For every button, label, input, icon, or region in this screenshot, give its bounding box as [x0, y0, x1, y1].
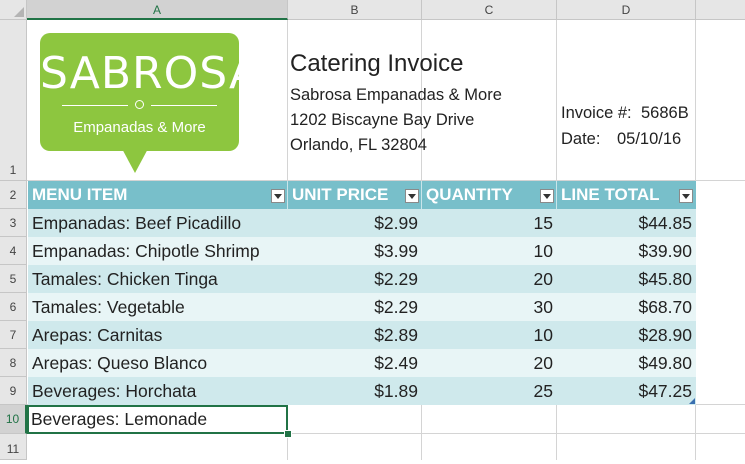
table-cell-item[interactable]: Arepas: Carnitas [28, 321, 288, 349]
table-cell-price[interactable]: $3.99 [288, 237, 422, 265]
table-cell-item[interactable]: Tamales: Chicken Tinga [28, 265, 288, 293]
row-header-3[interactable]: 3 [0, 209, 27, 237]
table-cell-item[interactable]: Empanadas: Chipotle Shrimp [28, 237, 288, 265]
table-cell-total[interactable]: $44.85 [557, 209, 696, 237]
table-cell-total[interactable]: $45.80 [557, 265, 696, 293]
table-cell-item[interactable]: Arepas: Queso Blanco [28, 349, 288, 377]
table-header-cell[interactable]: LINE TOTAL [557, 181, 696, 209]
table-cell-quantity[interactable]: 10 [422, 237, 557, 265]
table-cell-price[interactable]: $2.49 [288, 349, 422, 377]
row-header-1[interactable]: 1 [0, 20, 27, 181]
table-cell-total[interactable]: $28.90 [557, 321, 696, 349]
table-resize-handle-icon[interactable] [689, 398, 695, 404]
table-cell-price[interactable]: $1.89 [288, 377, 422, 405]
logo-divider [151, 105, 217, 106]
logo-speech-tail [120, 145, 150, 173]
row-header-8[interactable]: 8 [0, 349, 27, 377]
invoice-title: Catering Invoice [290, 50, 464, 77]
table-cell-price[interactable]: $2.99 [288, 209, 422, 237]
table-header-cell[interactable]: QUANTITY [422, 181, 557, 209]
column-header-e[interactable] [696, 0, 745, 20]
invoice-number-value: 5686B [641, 104, 689, 122]
fill-handle[interactable] [284, 430, 292, 438]
table-cell-quantity[interactable]: 20 [422, 265, 557, 293]
company-city: Orlando, FL 32804 [290, 136, 427, 154]
table-cell-price[interactable]: $2.29 [288, 293, 422, 321]
table-header-quantity: QUANTITY [426, 185, 513, 204]
table-cell-quantity[interactable]: 10 [422, 321, 557, 349]
invoice-date-label: Date: [561, 130, 601, 148]
column-header-d[interactable]: D [557, 0, 696, 20]
column-header-a[interactable]: A [27, 0, 288, 20]
row-header-5[interactable]: 5 [0, 265, 27, 293]
cell-selection-border [27, 405, 288, 434]
table-cell-price[interactable]: $2.29 [288, 265, 422, 293]
table-cell-price[interactable]: $2.89 [288, 321, 422, 349]
table-cell-item[interactable]: Empanadas: Beef Picadillo [28, 209, 288, 237]
row-header-11[interactable]: 11 [0, 434, 27, 460]
table-header-cell[interactable]: MENU ITEM [28, 181, 288, 209]
table-cell-quantity[interactable]: 30 [422, 293, 557, 321]
logo-dot [135, 100, 144, 109]
table-cell-quantity[interactable]: 20 [422, 349, 557, 377]
company-name: Sabrosa Empanadas & More [290, 86, 502, 104]
table-header-unit-price: UNIT PRICE [292, 185, 389, 204]
invoice-number-label: Invoice #: [561, 104, 632, 122]
table-cell-total[interactable]: $47.25 [557, 377, 696, 405]
row-header-10[interactable]: 10 [0, 405, 27, 434]
logo-title: SABROSA [40, 48, 261, 99]
table-cell-item[interactable]: Beverages: Horchata [28, 377, 288, 405]
table-header-cell[interactable]: UNIT PRICE [288, 181, 422, 209]
filter-dropdown-icon[interactable] [271, 189, 285, 203]
logo-divider [62, 105, 128, 106]
logo-subtitle: Empanadas & More [73, 119, 206, 136]
table-cell-total[interactable]: $49.80 [557, 349, 696, 377]
row-header-4[interactable]: 4 [0, 237, 27, 265]
row-header-6[interactable]: 6 [0, 293, 27, 321]
select-all-corner[interactable] [0, 0, 27, 20]
company-street: 1202 Biscayne Bay Drive [290, 111, 475, 129]
filter-dropdown-icon[interactable] [540, 189, 554, 203]
column-header-c[interactable]: C [422, 0, 557, 20]
table-cell-item[interactable]: Tamales: Vegetable [28, 293, 288, 321]
row-header-2[interactable]: 2 [0, 181, 27, 209]
row-header-7[interactable]: 7 [0, 321, 27, 349]
table-header-line-total: LINE TOTAL [561, 185, 660, 204]
table-cell-quantity[interactable]: 25 [422, 377, 557, 405]
table-cell-total[interactable]: $68.70 [557, 293, 696, 321]
invoice-date-value: 05/10/16 [617, 130, 682, 148]
table-cell-total[interactable]: $39.90 [557, 237, 696, 265]
table-header-menu-item: MENU ITEM [32, 185, 128, 204]
row-header-9[interactable]: 9 [0, 377, 27, 405]
table-cell-quantity[interactable]: 15 [422, 209, 557, 237]
filter-dropdown-icon[interactable] [679, 189, 693, 203]
filter-dropdown-icon[interactable] [405, 189, 419, 203]
column-header-b[interactable]: B [288, 0, 422, 20]
